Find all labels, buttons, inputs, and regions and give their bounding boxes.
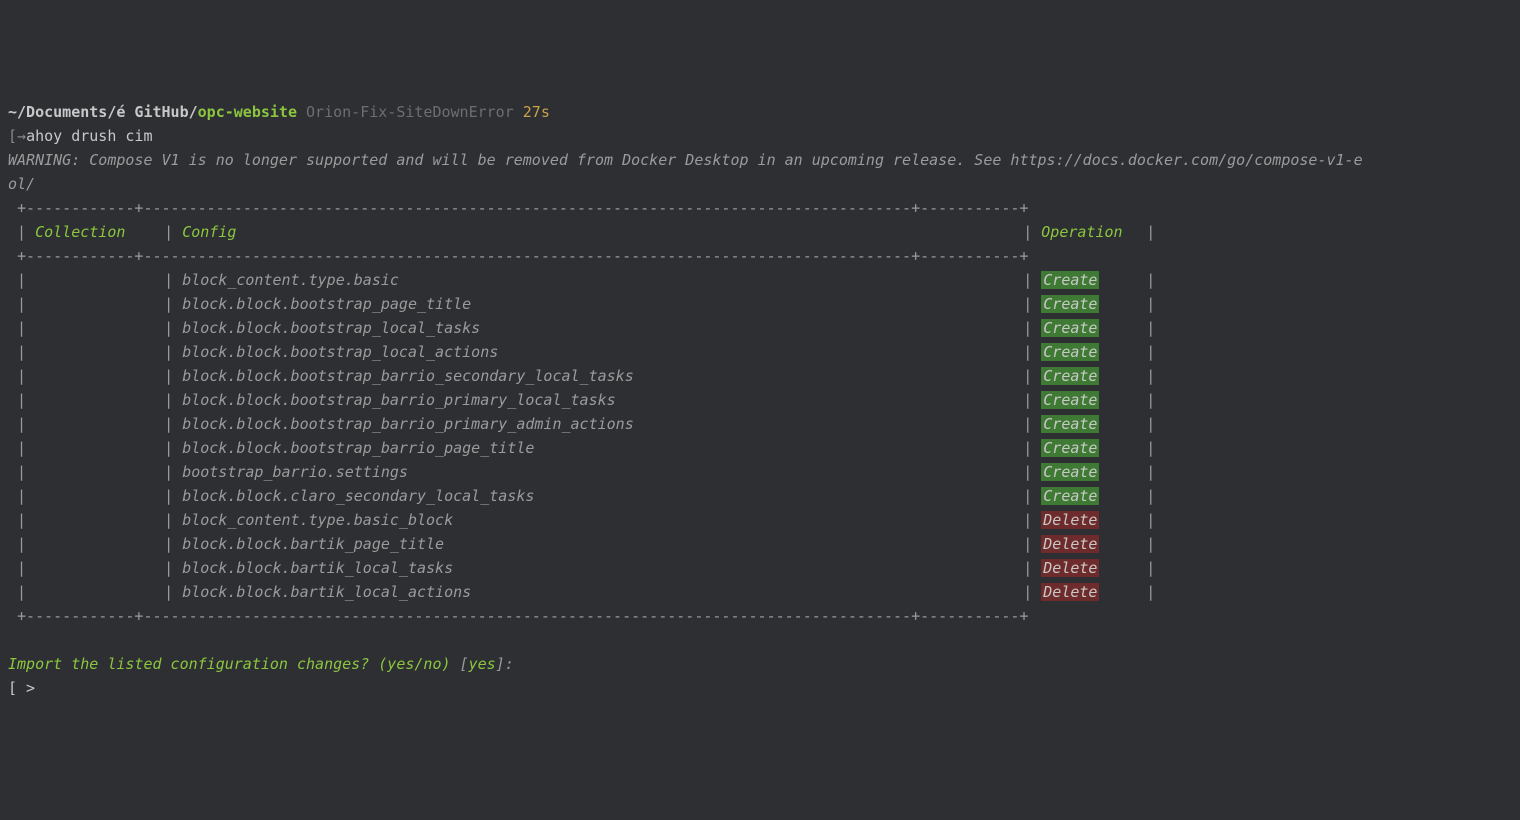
table-row: | | block.block.bootstrap_barrio_page_ti… — [0, 436, 1520, 460]
config-cell: block.block.bootstrap_local_actions — [182, 340, 1014, 364]
operation-cell: Delete — [1041, 580, 1137, 604]
warning-line: WARNING: Compose V1 is no longer support… — [0, 148, 1520, 172]
cwd-path: ~/Documents/é GitHub/ — [8, 103, 198, 121]
operation-label: Create — [1041, 391, 1099, 409]
operation-label: Create — [1041, 343, 1099, 361]
table-row: | | block_content.type.basic | Create | — [0, 268, 1520, 292]
config-cell: block_content.type.basic — [182, 268, 1014, 292]
table-row: | | block.block.bartik_local_actions | D… — [0, 580, 1520, 604]
config-cell: block.block.bartik_local_actions — [182, 580, 1014, 604]
table-row: | | block.block.bootstrap_barrio_seconda… — [0, 364, 1520, 388]
operation-label: Create — [1041, 463, 1099, 481]
config-cell: block.block.bootstrap_barrio_page_title — [182, 436, 1014, 460]
config-cell: block.block.bootstrap_local_tasks — [182, 316, 1014, 340]
config-cell: block.block.bootstrap_barrio_primary_loc… — [182, 388, 1014, 412]
table-row: | | block.block.bootstrap_local_actions … — [0, 340, 1520, 364]
config-cell: block.block.bootstrap_barrio_primary_adm… — [182, 412, 1014, 436]
operation-cell: Create — [1041, 292, 1137, 316]
rule-line: +------------+--------------------------… — [0, 196, 1520, 220]
table-rule: +------------+--------------------------… — [8, 247, 1028, 265]
operation-cell: Delete — [1041, 532, 1137, 556]
rule-line: +------------+--------------------------… — [0, 604, 1520, 628]
config-cell: block.block.claro_secondary_local_tasks — [182, 484, 1014, 508]
operation-cell: Create — [1041, 412, 1137, 436]
table-row: | | block.block.bartik_local_tasks | Del… — [0, 556, 1520, 580]
confirm-default: yes — [469, 655, 496, 673]
operation-cell: Create — [1041, 388, 1137, 412]
operation-label: Create — [1041, 271, 1099, 289]
config-cell: bootstrap_barrio.settings — [182, 460, 1014, 484]
col-header-collection: Collection — [35, 220, 155, 244]
table-rule: +------------+--------------------------… — [8, 199, 1028, 217]
operation-cell: Create — [1041, 436, 1137, 460]
operation-label: Create — [1041, 367, 1099, 385]
table-row: | | bootstrap_barrio.settings | Create | — [0, 460, 1520, 484]
operation-label: Create — [1041, 439, 1099, 457]
blank-line — [0, 628, 1520, 652]
col-header-config: Config — [182, 220, 1014, 244]
shell-input[interactable]: [ > — [0, 676, 1520, 700]
operation-cell: Create — [1041, 460, 1137, 484]
col-header-operation: Operation — [1041, 220, 1137, 244]
operation-label: Create — [1041, 319, 1099, 337]
operation-label: Create — [1041, 415, 1099, 433]
repo-name: opc-website — [198, 103, 297, 121]
command-line: [→ahoy drush cim — [0, 124, 1520, 148]
config-cell: block_content.type.basic_block — [182, 508, 1014, 532]
table-row: | | block.block.bootstrap_local_tasks | … — [0, 316, 1520, 340]
operation-label: Delete — [1041, 559, 1099, 577]
table-row: | | block.block.bootstrap_page_title | C… — [0, 292, 1520, 316]
config-cell: block.block.bartik_page_title — [182, 532, 1014, 556]
confirm-question: Import the listed configuration changes?… — [8, 655, 451, 673]
entered-command: ahoy drush cim — [26, 127, 152, 145]
input-prompt-caret: [ > — [8, 679, 35, 697]
warning-line: ol/ — [0, 172, 1520, 196]
table-row: | | block.block.bartik_page_title | Dele… — [0, 532, 1520, 556]
operation-label: Delete — [1041, 535, 1099, 553]
shell-prompt: ~/Documents/é GitHub/opc-website Orion-F… — [0, 100, 1520, 124]
config-cell: block.block.bootstrap_page_title — [182, 292, 1014, 316]
table-row: | | block_content.type.basic_block | Del… — [0, 508, 1520, 532]
operation-cell: Create — [1041, 364, 1137, 388]
docker-warning-cont: ol/ — [8, 175, 35, 193]
operation-label: Delete — [1041, 511, 1099, 529]
operation-label: Create — [1041, 295, 1099, 313]
operation-label: Delete — [1041, 583, 1099, 601]
rule-line: +------------+--------------------------… — [0, 244, 1520, 268]
operation-cell: Create — [1041, 316, 1137, 340]
table-row: | | block.block.claro_secondary_local_ta… — [0, 484, 1520, 508]
operation-cell: Delete — [1041, 508, 1137, 532]
operation-cell: Create — [1041, 484, 1137, 508]
operation-cell: Delete — [1041, 556, 1137, 580]
operation-cell: Create — [1041, 268, 1137, 292]
table-rule: +------------+--------------------------… — [8, 607, 1028, 625]
operation-cell: Create — [1041, 340, 1137, 364]
table-header-row: | Collection | Config | Operation | — [0, 220, 1520, 244]
config-cell: block.block.bootstrap_barrio_secondary_l… — [182, 364, 1014, 388]
git-branch: Orion-Fix-SiteDownError — [297, 103, 523, 121]
table-row: | | block.block.bootstrap_barrio_primary… — [0, 388, 1520, 412]
operation-label: Create — [1041, 487, 1099, 505]
table-row: | | block.block.bootstrap_barrio_primary… — [0, 412, 1520, 436]
docker-warning: WARNING: Compose V1 is no longer support… — [8, 151, 1363, 169]
confirm-line: Import the listed configuration changes?… — [0, 652, 1520, 676]
prompt-arrow-icon: [→ — [8, 127, 26, 145]
config-cell: block.block.bartik_local_tasks — [182, 556, 1014, 580]
last-cmd-duration: 27s — [523, 103, 550, 121]
